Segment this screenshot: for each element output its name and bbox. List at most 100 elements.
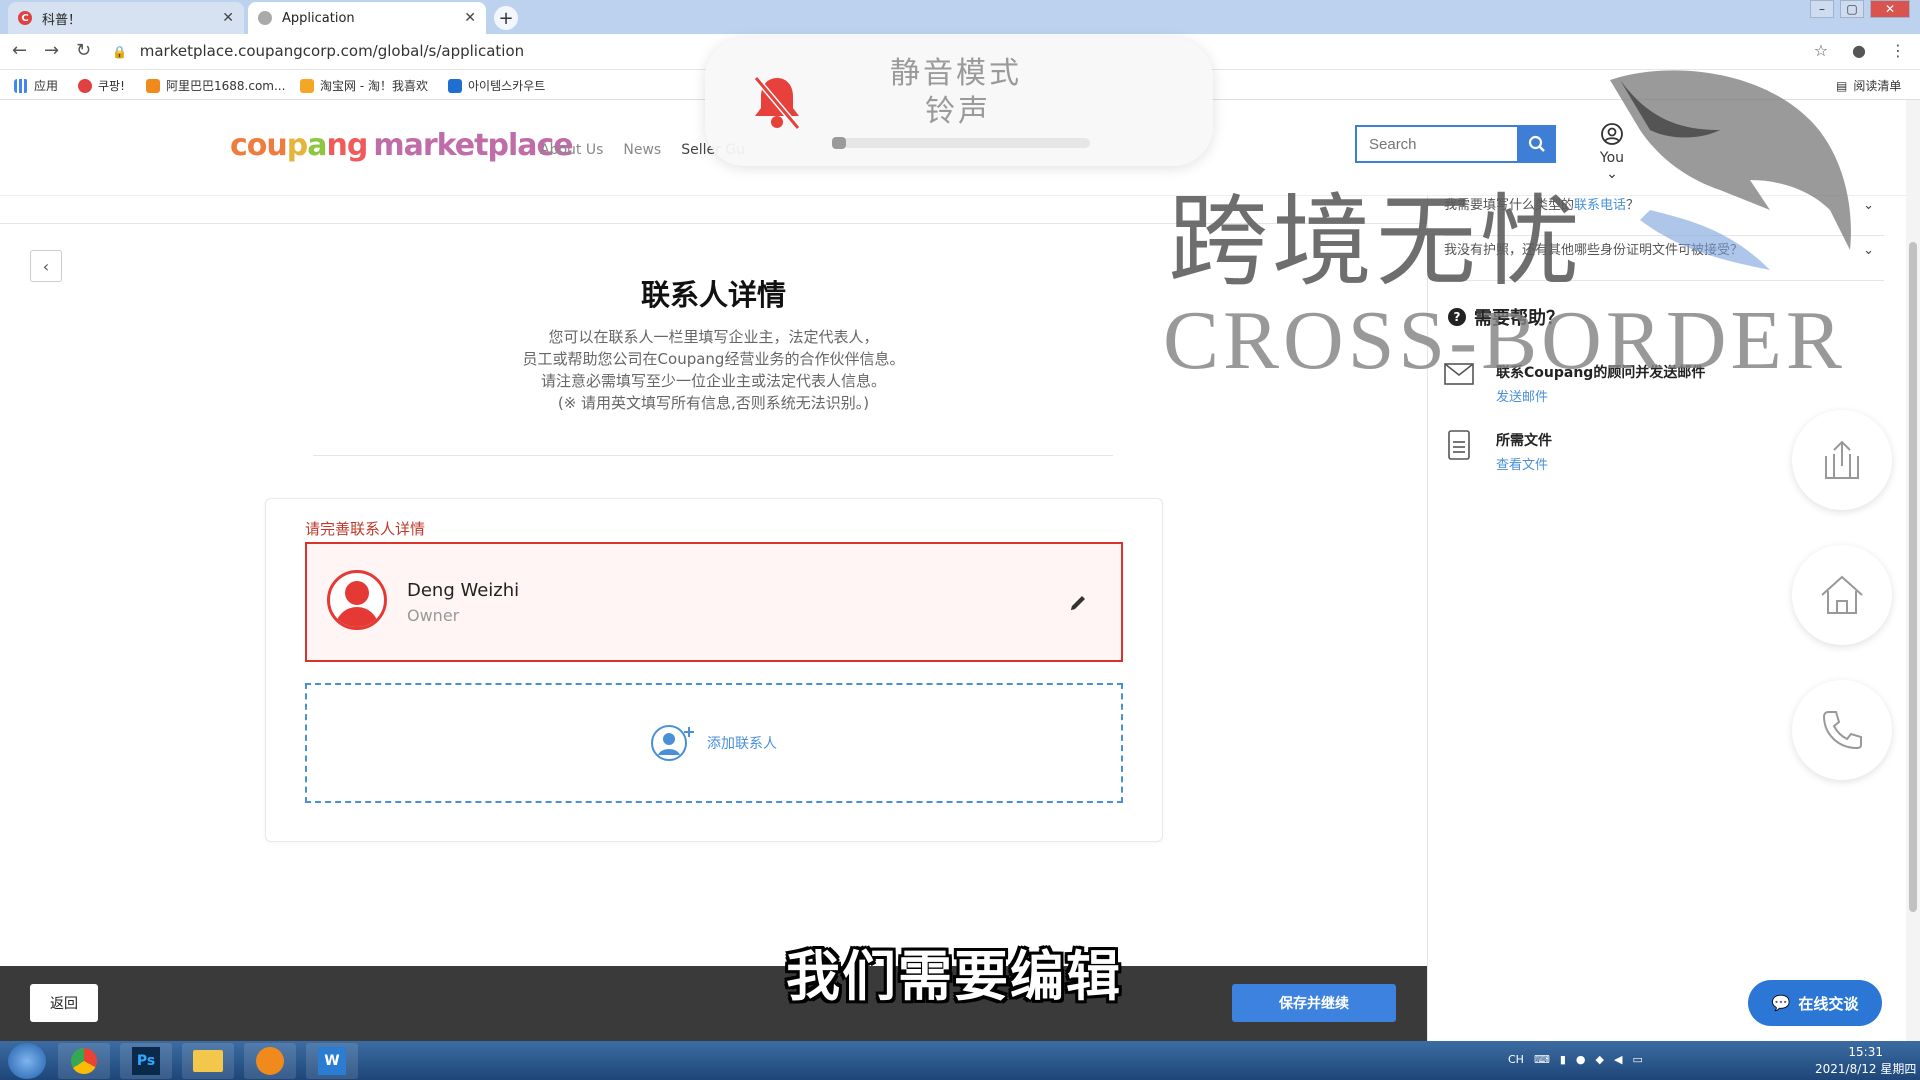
add-contact-label: 添加联系人 xyxy=(707,736,777,752)
chat-bubble-icon: 💬 xyxy=(1771,994,1791,1012)
phone-button[interactable] xyxy=(1792,680,1892,780)
home-button[interactable] xyxy=(1792,545,1892,645)
live-chat-button[interactable]: 💬 在线交谈 xyxy=(1748,980,1882,1026)
new-tab-button[interactable]: + xyxy=(494,6,518,30)
shield-tray-icon[interactable]: ◆ xyxy=(1596,1053,1604,1066)
help-item-documents: 所需文件 查看文件 xyxy=(1444,430,1552,473)
chrome-taskbar-icon[interactable] xyxy=(58,1043,110,1079)
back-button[interactable]: 返回 xyxy=(30,984,98,1022)
input-language[interactable]: CH xyxy=(1508,1053,1524,1066)
wechat-tray-icon[interactable]: ● xyxy=(1576,1053,1586,1066)
avatar xyxy=(327,570,387,630)
nav-news[interactable]: News xyxy=(623,142,661,158)
bookmark-label: 应用 xyxy=(34,79,59,93)
tab-title: Application xyxy=(282,10,355,26)
taskbar-clock[interactable]: 15:31 2021/8/12 星期四 xyxy=(1815,1044,1916,1078)
watermark-english: CROSS-BORDER xyxy=(1163,294,1846,387)
bookmark-taobao[interactable]: 淘宝网 - 淘！我喜欢 xyxy=(300,77,428,94)
page-scrollbar[interactable] xyxy=(1906,100,1920,1050)
add-contact-button[interactable]: 添加联系人 xyxy=(305,683,1123,803)
browser-tab[interactable]: C 科普！ ✕ xyxy=(8,2,244,34)
tab-close-icon[interactable]: ✕ xyxy=(222,10,234,26)
forward-nav-icon[interactable]: → xyxy=(44,40,59,61)
coupang-favicon-icon xyxy=(78,78,92,93)
logo-part: ng xyxy=(326,128,369,163)
view-documents-link[interactable]: 查看文件 xyxy=(1496,454,1552,473)
bookmark-1688[interactable]: 阿里巴巴1688.com... xyxy=(146,77,285,94)
network-icon[interactable]: ▮ xyxy=(1560,1053,1566,1066)
word-taskbar-icon[interactable]: W xyxy=(306,1043,358,1079)
live-chat-label: 在线交谈 xyxy=(1798,994,1859,1013)
clock-date: 2021/8/12 星期四 xyxy=(1815,1062,1917,1076)
bookmark-label: 쿠팡! xyxy=(98,79,125,93)
volume-icon[interactable]: ◀ xyxy=(1614,1053,1622,1066)
volume-slider-knob xyxy=(832,137,846,149)
url-text: marketplace.coupangcorp.com/global/s/app… xyxy=(139,42,525,60)
taobao-favicon-icon xyxy=(300,78,314,93)
share-button[interactable] xyxy=(1792,410,1892,510)
ringtone-label: 铃声 xyxy=(925,94,991,129)
description-line: (※ 请用英文填写所有信息,否则系统无法识别。) xyxy=(557,394,870,412)
notification-icon[interactable]: ▭ xyxy=(1632,1053,1642,1066)
url-field[interactable]: 🔒 marketplace.coupangcorp.com/global/s/a… xyxy=(112,42,524,60)
volume-slider-track xyxy=(832,138,1090,148)
itemscout-favicon-icon xyxy=(448,78,462,93)
browser-tab-active[interactable]: Application ✕ xyxy=(248,2,486,34)
action-bar: 返回 保存并继续 xyxy=(0,966,1427,1041)
orca-logo-icon xyxy=(1610,70,1851,270)
bookmark-label: 淘宝网 - 淘！我喜欢 xyxy=(320,79,428,93)
close-window-button[interactable]: ✕ xyxy=(1870,0,1910,18)
nav-about-us[interactable]: About Us xyxy=(540,142,603,158)
apps-grid-icon xyxy=(14,78,28,93)
file-explorer-taskbar-icon[interactable] xyxy=(182,1043,234,1079)
tab-title: 科普！ xyxy=(42,12,82,28)
edit-pencil-icon[interactable] xyxy=(1067,592,1089,614)
mute-mode-popup: 静音模式 铃声 xyxy=(705,38,1213,166)
menu-kebab-icon[interactable]: ⋮ xyxy=(1890,41,1906,60)
bookmark-itemscout[interactable]: 아이템스카우트 xyxy=(448,77,545,94)
back-nav-icon[interactable]: ← xyxy=(12,40,27,61)
tab-close-icon[interactable]: ✕ xyxy=(464,10,476,26)
system-tray: CH ⌨ ▮ ● ◆ ◀ ▭ xyxy=(1508,1053,1643,1066)
alibaba-favicon-icon xyxy=(146,78,160,93)
bookmark-label: 阿里巴巴1688.com... xyxy=(166,79,286,93)
bookmark-apps[interactable]: 应用 xyxy=(14,77,58,94)
bookmark-star-icon[interactable]: ☆ xyxy=(1814,41,1828,60)
profile-icon[interactable]: ● xyxy=(1852,41,1866,60)
add-user-icon xyxy=(651,725,694,761)
app-taskbar-icon[interactable] xyxy=(244,1043,296,1079)
lock-icon: 🔒 xyxy=(112,45,127,59)
contact-entry[interactable]: Deng Weizhi Owner xyxy=(305,542,1123,662)
document-icon xyxy=(1448,430,1470,460)
watermark-chinese: 跨境无忧 xyxy=(1168,183,1584,300)
coupang-logo[interactable]: coupang marketplace xyxy=(230,128,574,163)
video-subtitle: 我们需要编辑 xyxy=(786,945,1122,1008)
contact-name: Deng Weizhi xyxy=(407,580,520,601)
logo-part: cou xyxy=(230,128,288,163)
scrollbar-thumb[interactable] xyxy=(1909,242,1917,912)
browser-tab-bar: C 科普！ ✕ Application ✕ + – ▢ ✕ xyxy=(0,0,1920,34)
contact-role: Owner xyxy=(407,606,460,625)
keyboard-icon[interactable]: ⌨ xyxy=(1534,1053,1550,1066)
contact-warning: 请完善联系人详情 xyxy=(305,520,426,538)
tab-favicon-icon: C xyxy=(18,11,32,25)
photoshop-taskbar-icon[interactable]: Ps xyxy=(120,1043,172,1079)
start-button[interactable] xyxy=(8,1043,46,1079)
search-button[interactable] xyxy=(1517,125,1556,163)
share-upload-icon xyxy=(1825,440,1859,479)
save-continue-button[interactable]: 保存并继续 xyxy=(1232,984,1396,1022)
maximize-button[interactable]: ▢ xyxy=(1840,0,1864,18)
reload-icon[interactable]: ↻ xyxy=(76,40,91,61)
tab-favicon-icon xyxy=(258,11,272,25)
os-taskbar: Ps W CH ⌨ ▮ ● ◆ ◀ ▭ 15:31 2021/8/12 星期四 xyxy=(0,1041,1920,1080)
search-icon xyxy=(1528,135,1545,152)
logo-part: a xyxy=(307,128,327,163)
bookmark-label: 아이템스카우트 xyxy=(468,79,546,93)
window-controls: – ▢ ✕ xyxy=(1810,0,1910,18)
bookmark-coupang[interactable]: 쿠팡! xyxy=(78,77,125,94)
divider xyxy=(313,455,1113,456)
minimize-button[interactable]: – xyxy=(1810,0,1834,18)
logo-part: p xyxy=(286,128,309,163)
home-icon xyxy=(1821,575,1863,614)
phone-icon xyxy=(1822,711,1862,750)
